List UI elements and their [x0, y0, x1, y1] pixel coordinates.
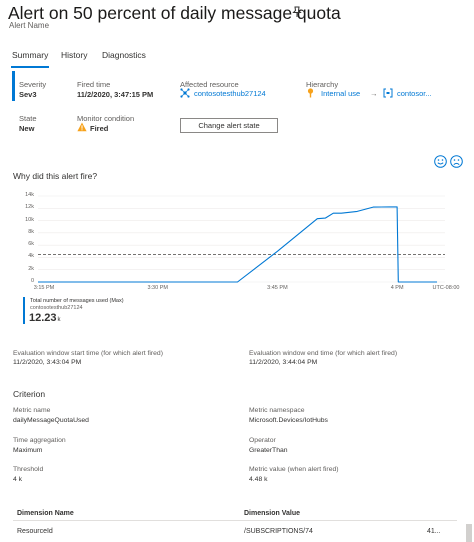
metric-value-value: 4.48 k — [249, 476, 268, 483]
monitor-condition-value: Fired — [90, 124, 109, 133]
dimension-name-header: Dimension Name — [17, 510, 74, 517]
metric-chart-svg — [38, 195, 445, 283]
y-tick-label: 8k — [28, 228, 34, 235]
legend-color-swatch — [23, 297, 25, 324]
legend-resource-name: contosotesthub27124 — [30, 305, 83, 311]
eval-end-label: Evaluation window end time (for which al… — [249, 350, 398, 357]
affected-resource-link[interactable]: contosotesthub27124 — [194, 89, 266, 98]
operator-label: Operator — [249, 437, 276, 444]
metric-name-label: Metric name — [13, 407, 51, 414]
metric-namespace-value: Microsoft.Devices/IotHubs — [249, 417, 328, 424]
legend-value-number: 12.23 — [29, 312, 57, 324]
y-tick-label: 14k — [25, 192, 34, 198]
severity-label: Severity — [19, 80, 47, 89]
smile-icon[interactable] — [434, 155, 447, 168]
frown-icon[interactable] — [450, 155, 463, 168]
y-tick-label: 0 — [30, 278, 34, 284]
vertical-scrollbar[interactable] — [466, 524, 472, 542]
table-divider — [13, 520, 457, 521]
y-tick-label: 10k — [25, 216, 34, 223]
y-tick-label: 4k — [28, 253, 34, 260]
hierarchy-subscription-link[interactable]: Internal use — [321, 89, 360, 98]
legend-value-unit: k — [57, 317, 61, 323]
page-subtitle: Alert Name — [9, 21, 50, 30]
legend-series-name: Total number of messages used (Max) — [30, 298, 124, 304]
operator-value: GreaterThan — [249, 447, 288, 454]
dimension-value-header: Dimension Value — [244, 510, 301, 517]
eval-start-value: 11/2/2020, 3:43:04 PM — [13, 359, 82, 366]
hierarchy-resource-group-link[interactable]: contosor... — [397, 89, 432, 98]
tab-diagnostics[interactable]: Diagnostics — [102, 50, 146, 60]
time-aggregation-label: Time aggregation — [13, 437, 66, 444]
iot-hub-icon — [180, 88, 190, 98]
fired-time-label: Fired time — [77, 80, 111, 89]
table-row-value-continued: 41... — [427, 528, 441, 535]
key-icon — [307, 88, 314, 98]
severity-indicator — [12, 71, 15, 101]
pin-icon[interactable] — [290, 5, 304, 19]
change-alert-state-button[interactable]: Change alert state — [180, 118, 278, 133]
x-tick-label: 4 PM — [390, 285, 404, 291]
y-tick-label: 6k — [28, 241, 34, 248]
eval-start-label: Evaluation window start time (for which … — [13, 350, 163, 357]
why-fired-heading: Why did this alert fire? — [13, 171, 98, 181]
eval-end-value: 11/2/2020, 3:44:04 PM — [249, 359, 318, 366]
threshold-label: Threshold — [13, 466, 44, 473]
table-row-name: ResourceId — [17, 528, 53, 535]
x-tick-label: 3:30 PM — [147, 285, 168, 291]
y-tick-label: 12k — [25, 204, 34, 211]
table-row-value: /SUBSCRIPTIONS/74 — [244, 528, 313, 535]
state-value: New — [19, 124, 35, 133]
metric-value-label: Metric value (when alert fired) — [249, 466, 339, 473]
x-tick-label: 3:45 PM — [267, 285, 288, 291]
severity-value: Sev3 — [19, 90, 37, 99]
legend-value: 12.23k — [29, 312, 61, 324]
y-tick-label: 2k — [28, 265, 34, 272]
tab-history[interactable]: History — [61, 50, 87, 60]
metric-name-value: dailyMessageQuotaUsed — [13, 417, 89, 424]
warning-icon — [77, 122, 87, 132]
time-aggregation-value: Maximum — [13, 447, 43, 454]
threshold-value: 4 k — [13, 476, 23, 483]
tab-summary[interactable]: Summary — [10, 50, 50, 68]
hierarchy-separator: → — [370, 89, 378, 98]
metric-chart: 14k 12k 10k 8k 6k 4k 2k 0 3:15 PM 3:30 PM 3:45 PM 4… — [0, 190, 474, 300]
timezone-label: UTC-08:00 — [432, 285, 460, 291]
state-label: State — [19, 114, 37, 123]
resource-group-icon — [383, 88, 393, 98]
series-line — [38, 206, 437, 283]
criterion-heading: Criterion — [13, 389, 46, 399]
fired-time-value: 11/2/2020, 3:47:15 PM — [77, 90, 154, 99]
x-tick-label: 3:15 PM — [33, 285, 55, 291]
metric-namespace-label: Metric namespace — [249, 407, 305, 414]
